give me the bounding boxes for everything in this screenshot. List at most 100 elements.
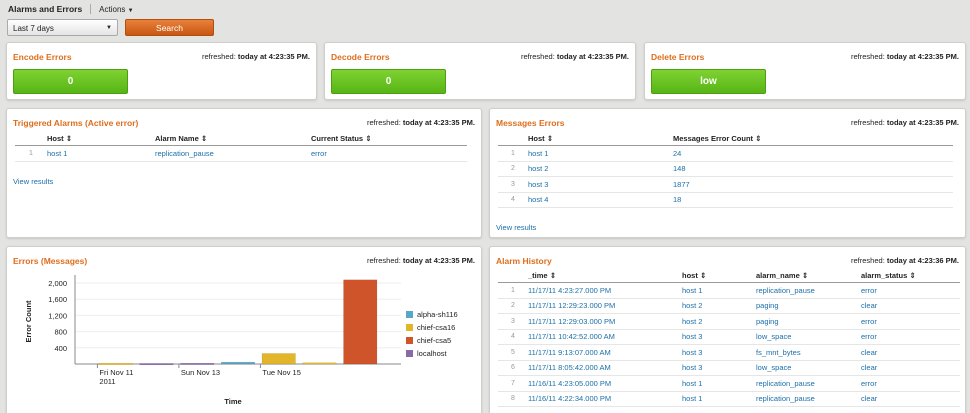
table-cell[interactable]: 1877 bbox=[673, 176, 953, 193]
column-header-time[interactable]: _time ⇕ bbox=[528, 269, 682, 283]
table-cell[interactable]: host 1 bbox=[47, 145, 155, 162]
table-cell[interactable]: host 3 bbox=[682, 329, 756, 345]
table-cell[interactable]: low_space bbox=[756, 360, 861, 376]
table-cell[interactable]: replication_pause bbox=[756, 282, 861, 299]
table-cell[interactable]: 148 bbox=[673, 161, 953, 177]
column-header-alarm-name[interactable]: Alarm Name ⇕ bbox=[155, 132, 311, 146]
refresh-time: today at 4:23:35 PM. bbox=[402, 118, 475, 127]
column-header-host[interactable]: host ⇕ bbox=[682, 269, 756, 283]
table-cell[interactable]: 11/17/11 4:23:27.000 PM bbox=[528, 282, 682, 299]
column-header-alarm-name[interactable]: alarm_name ⇕ bbox=[756, 269, 861, 283]
bar bbox=[261, 353, 296, 365]
view-results-link[interactable]: View results bbox=[496, 223, 536, 232]
table-cell[interactable]: host 3 bbox=[682, 344, 756, 361]
column-header-current-status[interactable]: Current Status ⇕ bbox=[311, 132, 467, 146]
table-cell[interactable]: 11/17/11 9:13:07.000 AM bbox=[528, 344, 682, 361]
decode-value-button[interactable]: 0 bbox=[331, 69, 446, 94]
table-cell[interactable]: 11/17/11 8:05:42.000 AM bbox=[528, 360, 682, 376]
table-row[interactable]: 1 host 1 24 bbox=[498, 145, 953, 162]
table-cell[interactable]: host 1 bbox=[528, 145, 673, 162]
table-row[interactable]: 4 11/17/11 10:42:52.000 AM host 3 low_space… bbox=[498, 329, 960, 345]
chevron-down-icon: ▼ bbox=[106, 25, 112, 31]
table-cell[interactable]: fs_mnt_bytes bbox=[756, 344, 861, 361]
view-results-link[interactable]: View results bbox=[13, 177, 53, 186]
table-row[interactable]: 2 11/17/11 12:29:23.000 PM host 2 paging cle… bbox=[498, 298, 960, 314]
table-cell[interactable]: host 4 bbox=[528, 192, 673, 208]
table-cell[interactable]: host 1 bbox=[682, 282, 756, 299]
table-cell[interactable]: replication_pause bbox=[756, 375, 861, 392]
table-row[interactable]: 3 host 3 1877 bbox=[498, 176, 953, 193]
refresh-status: refreshed: today at 4:23:35 PM. bbox=[851, 118, 959, 127]
table-cell[interactable]: error bbox=[861, 329, 960, 345]
legend-swatch bbox=[406, 311, 413, 318]
column-header-messages-error-count[interactable]: Messages Error Count ⇕ bbox=[673, 132, 953, 146]
table-cell[interactable]: error bbox=[861, 313, 960, 330]
divider bbox=[90, 4, 92, 14]
column-header-host[interactable]: Host ⇕ bbox=[47, 132, 155, 146]
sort-icon: ⇕ bbox=[755, 134, 762, 143]
table-cell[interactable]: 11/17/11 12:29:03.000 PM bbox=[528, 313, 682, 330]
table-cell[interactable]: host 3 bbox=[528, 176, 673, 193]
table-cell[interactable]: error bbox=[311, 145, 467, 162]
table-row[interactable]: 1 host 1 replication_pause error bbox=[15, 145, 467, 162]
table-row[interactable]: 4 host 4 18 bbox=[498, 192, 953, 208]
table-cell[interactable]: error bbox=[861, 375, 960, 392]
row-number: 2 bbox=[498, 161, 528, 177]
alarm-history-table: _time ⇕ host ⇕ alarm_name ⇕ alarm_status… bbox=[498, 269, 960, 407]
x-tick-label: Sun Nov 13 bbox=[181, 368, 220, 377]
bar bbox=[302, 362, 337, 365]
table-cell[interactable]: replication_pause bbox=[155, 145, 311, 162]
timerange-value: Last 7 days bbox=[13, 24, 54, 33]
table-cell[interactable]: clear bbox=[861, 344, 960, 361]
table-row[interactable]: 1 11/17/11 4:23:27.000 PM host 1 replicatio… bbox=[498, 282, 960, 299]
refresh-time: today at 4:23:35 PM. bbox=[237, 52, 310, 61]
column-header-host[interactable]: Host ⇕ bbox=[528, 132, 673, 146]
table-cell[interactable]: error bbox=[861, 282, 960, 299]
table-cell[interactable]: paging bbox=[756, 298, 861, 314]
table-cell[interactable]: low_space bbox=[756, 329, 861, 345]
x-axis-label: Time bbox=[224, 397, 241, 406]
table-cell[interactable]: host 2 bbox=[528, 161, 673, 177]
y-tick-label: 400 bbox=[54, 344, 67, 353]
refresh-status: refreshed: today at 4:23:36 PM. bbox=[851, 256, 959, 265]
table-row[interactable]: 6 11/17/11 8:05:42.000 AM host 3 low_space c… bbox=[498, 360, 960, 376]
table-cell[interactable]: host 1 bbox=[682, 375, 756, 392]
table-cell[interactable]: 24 bbox=[673, 145, 953, 162]
table-cell[interactable]: 11/17/11 12:29:23.000 PM bbox=[528, 298, 682, 314]
table-cell[interactable]: clear bbox=[861, 391, 960, 407]
table-row[interactable]: 7 11/16/11 4:23:05.000 PM host 1 replicatio… bbox=[498, 375, 960, 392]
table-cell[interactable]: replication_pause bbox=[756, 391, 861, 407]
table-row[interactable]: 3 11/17/11 12:29:03.000 PM host 2 paging err… bbox=[498, 313, 960, 330]
alarm-history-panel: Alarm History refreshed: today at 4:23:3… bbox=[489, 246, 966, 413]
table-cell[interactable]: clear bbox=[861, 298, 960, 314]
panel-title: Triggered Alarms (Active error) bbox=[13, 118, 139, 128]
table-cell[interactable]: 18 bbox=[673, 192, 953, 208]
table-cell[interactable]: paging bbox=[756, 313, 861, 330]
encode-value-button[interactable]: 0 bbox=[13, 69, 128, 94]
table-cell[interactable]: host 2 bbox=[682, 298, 756, 314]
table-cell[interactable]: 11/16/11 4:23:05.000 PM bbox=[528, 375, 682, 392]
table-cell[interactable]: 11/16/11 4:22:34.000 PM bbox=[528, 391, 682, 407]
table-cell[interactable]: clear bbox=[861, 360, 960, 376]
timerange-select[interactable]: Last 7 days ▼ bbox=[7, 19, 118, 36]
column-header-alarm-status[interactable]: alarm_status ⇕ bbox=[861, 269, 960, 283]
panel-title: Decode Errors bbox=[331, 52, 390, 62]
row-number: 1 bbox=[498, 282, 528, 299]
row-number: 1 bbox=[498, 145, 528, 162]
table-cell[interactable]: host 1 bbox=[682, 391, 756, 407]
table-row[interactable]: 2 host 2 148 bbox=[498, 161, 953, 177]
delete-value-button[interactable]: low bbox=[651, 69, 766, 94]
table-cell[interactable]: 11/17/11 10:42:52.000 AM bbox=[528, 329, 682, 345]
table-row[interactable]: 8 11/16/11 4:22:34.000 PM host 1 replicatio… bbox=[498, 391, 960, 407]
delete-errors-panel: Delete Errors refreshed: today at 4:23:3… bbox=[644, 42, 966, 100]
actions-menu[interactable]: Actions ▼ bbox=[99, 5, 133, 14]
table-cell[interactable]: host 2 bbox=[682, 313, 756, 330]
search-button[interactable]: Search bbox=[125, 19, 214, 36]
row-number: 6 bbox=[498, 360, 528, 376]
row-number: 3 bbox=[498, 176, 528, 193]
row-number: 4 bbox=[498, 329, 528, 345]
table-cell[interactable]: host 3 bbox=[682, 360, 756, 376]
table-row[interactable]: 5 11/17/11 9:13:07.000 AM host 3 fs_mnt_byt… bbox=[498, 344, 960, 361]
bar bbox=[343, 279, 378, 365]
legend-label: chief-csa16 bbox=[417, 323, 455, 332]
